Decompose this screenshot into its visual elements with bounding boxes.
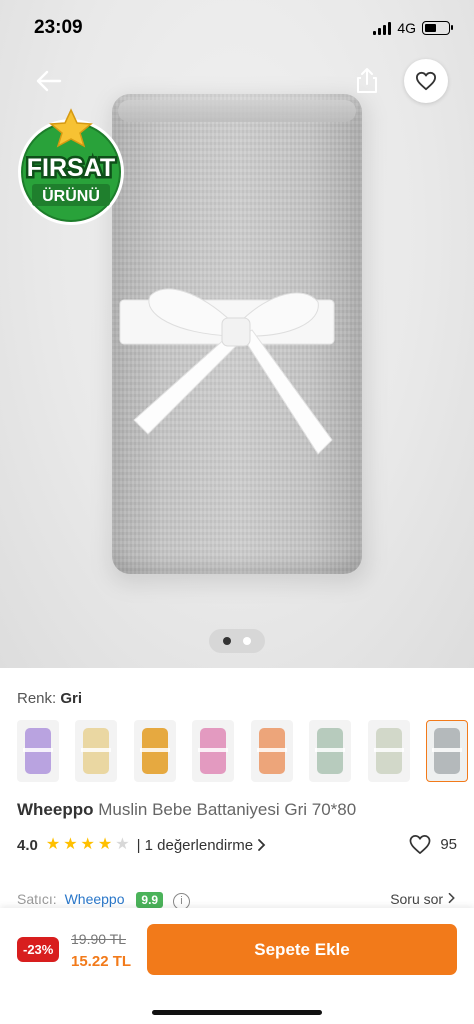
firsat-urunu-badge: FIRSAT ÜRÜNÜ: [18, 108, 124, 225]
current-price: 15.22 TL: [71, 953, 132, 970]
star-icon: ★: [63, 836, 78, 853]
rating-row: 4.0 ★ ★ ★ ★ ★ | 1 değerlendirme 95: [17, 834, 457, 856]
gallery-dot[interactable]: [223, 637, 231, 645]
share-icon: [357, 68, 377, 93]
color-swatch[interactable]: [192, 720, 234, 782]
home-indicator[interactable]: [152, 1010, 322, 1015]
color-swatch[interactable]: [17, 720, 59, 782]
badge-line1: FIRSAT: [27, 154, 115, 182]
gallery-pagination[interactable]: [209, 629, 265, 653]
battery-icon: [422, 21, 453, 35]
color-swatch[interactable]: [251, 720, 293, 782]
swatch-thumbnail: [374, 728, 404, 774]
swatch-thumbnail: [140, 728, 170, 774]
color-swatch[interactable]: [368, 720, 410, 782]
swatch-thumbnail: [81, 728, 111, 774]
discount-badge: -23%: [17, 937, 60, 962]
share-button[interactable]: [348, 62, 386, 100]
arrow-left-icon: [36, 70, 62, 92]
favorite-count[interactable]: 95: [408, 834, 457, 855]
gallery-dot[interactable]: [243, 637, 251, 645]
swatch-thumbnail: [198, 728, 228, 774]
swatch-thumbnail: [257, 728, 287, 774]
network-label: 4G: [397, 20, 416, 36]
product-brand[interactable]: Wheeppo: [17, 800, 94, 819]
chevron-right-icon: [258, 839, 266, 851]
favorite-count-value: 95: [440, 836, 457, 853]
rating-stars: ★ ★ ★ ★ ★: [46, 837, 130, 853]
seller-score-badge: 9.9: [136, 892, 164, 908]
color-label-row: Renk: Gri: [17, 690, 82, 707]
product-image-gallery[interactable]: 23:09 4G FIRSAT ÜRÜNÜ: [0, 0, 474, 668]
status-indicators: 4G: [373, 20, 453, 36]
seller-link[interactable]: Wheeppo: [65, 891, 125, 907]
selected-color: Gri: [60, 690, 83, 707]
swatch-thumbnail: [432, 728, 462, 774]
color-label: Renk:: [17, 690, 57, 707]
seller-label: Satıcı:: [17, 891, 57, 907]
add-to-cart-button[interactable]: Sepete Ekle: [147, 924, 457, 975]
reviews-link[interactable]: | 1 değerlendirme: [137, 837, 267, 854]
reviews-count: | 1 değerlendirme: [136, 836, 254, 854]
star-icon: ★: [97, 836, 113, 853]
purchase-bar: -23% 19.90 TL 15.22 TL Sepete Ekle: [0, 908, 474, 1024]
product-title: Wheeppo Muslin Bebe Battaniyesi Gri 70*8…: [17, 800, 356, 820]
swatch-thumbnail: [315, 728, 345, 774]
color-swatch[interactable]: [309, 720, 351, 782]
star-icon: ★: [45, 836, 61, 853]
ask-question-link[interactable]: Soru sor: [390, 891, 457, 907]
ask-question-label: Soru sor: [390, 891, 444, 907]
old-price: 19.90 TL: [71, 931, 127, 947]
ribbon-bow: [119, 288, 335, 455]
chevron-right-icon: [448, 892, 455, 904]
heart-outline-icon: [409, 835, 431, 854]
star-icon: ★: [80, 836, 95, 853]
star-icon: ★: [115, 836, 130, 853]
back-button[interactable]: [30, 62, 68, 100]
heart-outline-icon: [415, 71, 436, 91]
color-swatch-list: [17, 720, 469, 782]
color-swatch[interactable]: [134, 720, 176, 782]
color-swatch[interactable]: [75, 720, 117, 782]
product-name: Muslin Bebe Battaniyesi Gri 70*80: [98, 800, 357, 819]
swatch-thumbnail: [23, 728, 53, 774]
status-bar: 23:09 4G: [0, 0, 474, 56]
color-swatch-selected[interactable]: [426, 720, 468, 782]
status-time: 23:09: [34, 17, 83, 38]
favorite-button[interactable]: [404, 59, 448, 103]
badge-line2: ÜRÜNÜ: [42, 186, 100, 205]
signal-icon: [373, 21, 392, 35]
rating-score: 4.0: [17, 836, 38, 854]
